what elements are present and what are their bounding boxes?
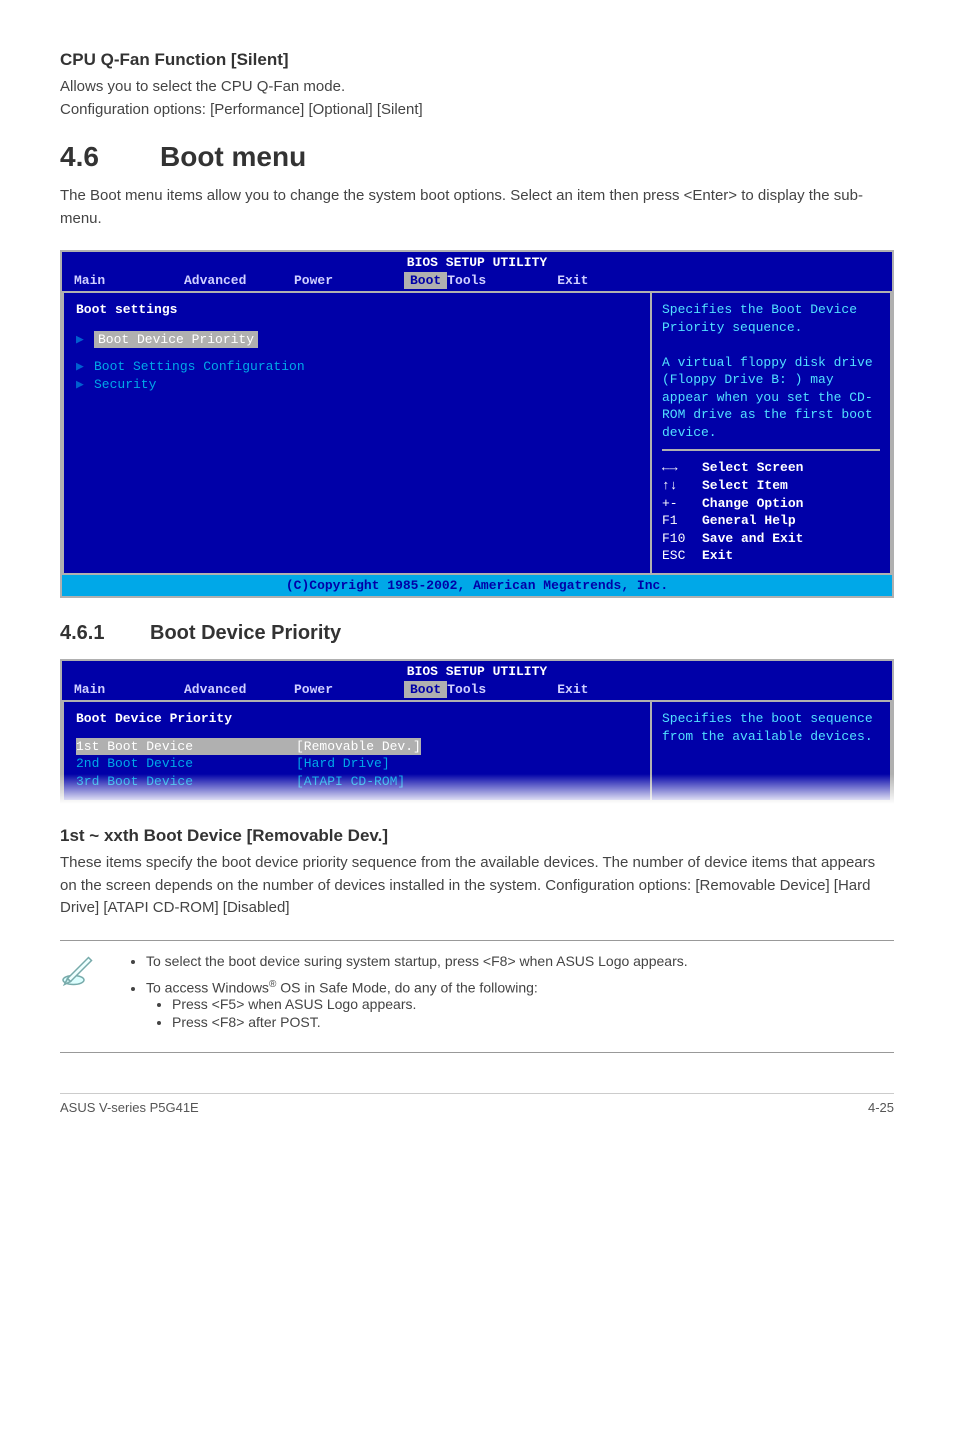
bios-screen-device-priority: BIOS SETUP UTILITY Main Advanced Power B… [60,659,894,804]
bios-tab-tools[interactable]: Tools [447,272,557,290]
bios-tab-tools[interactable]: Tools [447,681,557,699]
note-item-1: To select the boot device suring system … [146,953,688,969]
boot-menu-num: 4.6 [60,141,160,173]
bios-item-boot-device-priority[interactable]: ▶Boot Device Priority [76,329,638,351]
bios-row-3rd[interactable]: 3rd Boot Device [ATAPI CD-ROM] [76,773,638,791]
note-subitem-b: Press <F8> after POST. [172,1014,688,1030]
bios-tab-exit[interactable]: Exit [557,681,667,699]
bios-left-pane: Boot settings ▶Boot Device Priority ▶Boo… [62,293,652,575]
footer-right: 4-25 [868,1100,894,1115]
row-value: [Removable Dev.] [296,738,421,756]
boot-device-priority-heading: 4.6.1Boot Device Priority [60,622,894,645]
pencil-note-icon [60,953,100,1040]
row-label: 2nd Boot Device [76,755,296,773]
key: F10 [662,530,702,548]
key-desc: Change Option [702,496,803,511]
bios-item-label: Security [94,377,156,392]
note-subitem-a: Press <F5> when ASUS Logo appears. [172,996,688,1012]
bios-help-text: Specifies the boot sequence from the ava… [662,710,880,745]
sub-num: 4.6.1 [60,622,150,645]
bios-item-label: Boot Device Priority [94,331,258,349]
bios-title: BIOS SETUP UTILITY [62,252,892,272]
first-boot-device-body: These items specify the boot device prio… [60,852,894,920]
cpu-qfan-line2: Configuration options: [Performance] [Op… [60,101,423,118]
key: +- [662,495,702,513]
key-desc: Select Item [702,478,788,493]
note-text: OS in Safe Mode, do any of the following… [276,980,538,996]
bios-help-pane: Specifies the Boot Device Priority seque… [652,293,892,575]
sub-title: Boot Device Priority [150,622,341,644]
cpu-qfan-title: CPU Q-Fan Function [Silent] [60,50,894,70]
submenu-arrow-icon: ▶ [76,331,94,349]
bios-screen-boot-settings: BIOS SETUP UTILITY Main Advanced Power B… [60,250,894,598]
boot-menu-intro: The Boot menu items allow you to change … [60,185,894,230]
bios-tab-boot[interactable]: Boot [404,272,447,290]
key: ESC [662,547,702,565]
note-item-2: To access Windows® OS in Safe Mode, do a… [146,979,688,1030]
bios-tab-exit[interactable]: Exit [557,272,667,290]
bios-key-legend: ←→Select Screen ↑↓Select Item +-Change O… [662,449,880,564]
note-text: To access Windows [146,980,269,996]
key-desc: General Help [702,513,796,528]
first-boot-device-title: 1st ~ xxth Boot Device [Removable Dev.] [60,826,894,846]
bios-row-2nd[interactable]: 2nd Boot Device [Hard Drive] [76,755,638,773]
bios-left-pane: Boot Device Priority 1st Boot Device [Re… [62,702,652,802]
row-value: [ATAPI CD-ROM] [296,773,405,791]
bios-tab-main[interactable]: Main [74,272,184,290]
note-body: To select the boot device suring system … [120,953,688,1040]
boot-menu-heading: 4.6Boot menu [60,141,894,173]
bios-tab-main[interactable]: Main [74,681,184,699]
key: F1 [662,512,702,530]
bios-copyright: (C)Copyright 1985-2002, American Megatre… [62,575,892,597]
page-footer: ASUS V-series P5G41E 4-25 [60,1093,894,1115]
bios-row-1st[interactable]: 1st Boot Device [Removable Dev.] [76,738,638,756]
boot-menu-title: Boot menu [160,141,306,172]
bios-tab-power[interactable]: Power [294,272,404,290]
note-block: To select the boot device suring system … [60,940,894,1053]
bios-help-pane: Specifies the boot sequence from the ava… [652,702,892,802]
bios-tab-bar: Main Advanced Power Boot Tools Exit [62,681,892,701]
bios-tab-boot[interactable]: Boot [404,681,447,699]
key: ↑↓ [662,477,702,495]
bios-tab-advanced[interactable]: Advanced [184,272,294,290]
bios-left-title: Boot Device Priority [76,710,638,728]
row-value: [Hard Drive] [296,755,390,773]
cpu-qfan-line1: Allows you to select the CPU Q-Fan mode. [60,78,345,95]
row-label: 3rd Boot Device [76,773,296,791]
key-desc: Exit [702,548,733,563]
cpu-qfan-body: Allows you to select the CPU Q-Fan mode.… [60,76,894,121]
bios-left-title: Boot settings [76,301,638,319]
bios-title: BIOS SETUP UTILITY [62,661,892,681]
key-desc: Select Screen [702,460,803,475]
key-desc: Save and Exit [702,531,803,546]
bios-item-boot-settings-config[interactable]: ▶Boot Settings Configuration [76,358,638,376]
submenu-arrow-icon: ▶ [76,376,94,394]
bios-screen-device-priority-wrap: BIOS SETUP UTILITY Main Advanced Power B… [60,659,894,804]
bios-help-text: Specifies the Boot Device Priority seque… [662,301,880,441]
bios-item-label: Boot Settings Configuration [94,359,305,374]
bios-tab-bar: Main Advanced Power Boot Tools Exit [62,272,892,292]
bios-tab-advanced[interactable]: Advanced [184,681,294,699]
bios-tab-power[interactable]: Power [294,681,404,699]
footer-left: ASUS V-series P5G41E [60,1100,199,1115]
row-label: 1st Boot Device [76,738,296,756]
key: ←→ [662,459,702,477]
submenu-arrow-icon: ▶ [76,358,94,376]
bios-item-security[interactable]: ▶Security [76,376,638,394]
